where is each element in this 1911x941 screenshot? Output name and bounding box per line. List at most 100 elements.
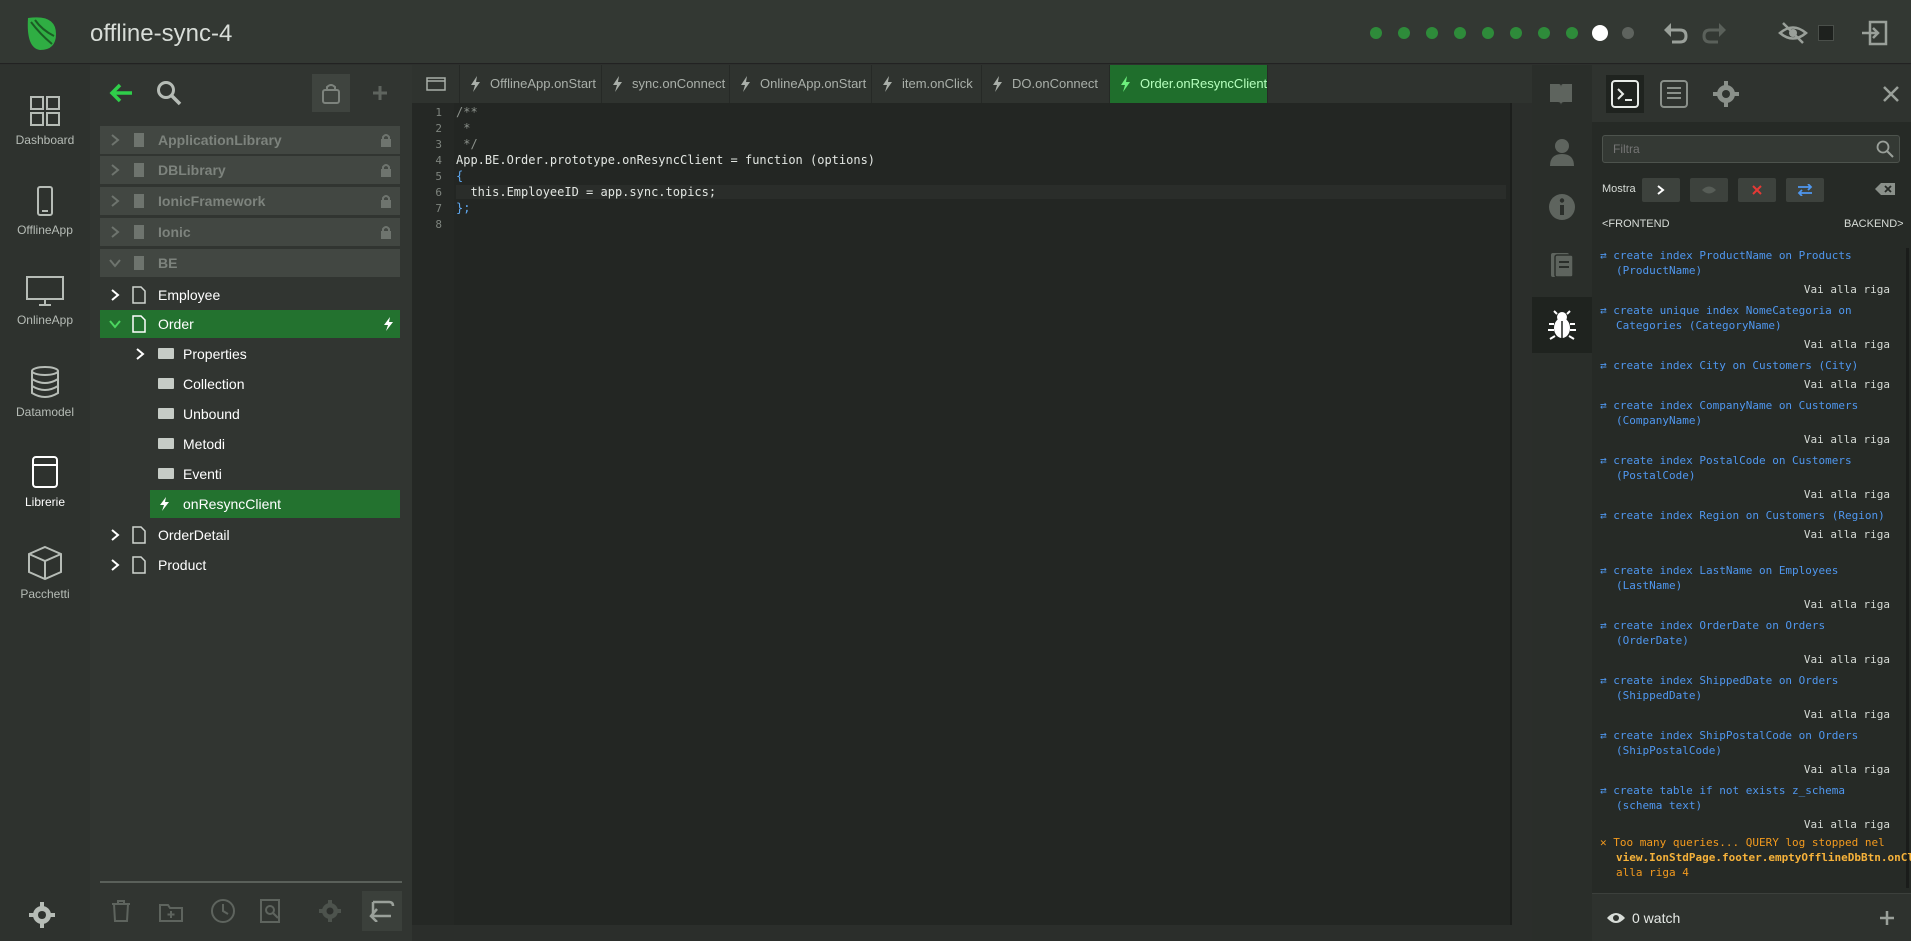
code-editor[interactable]	[454, 103, 1512, 925]
close-icon[interactable]	[1882, 85, 1900, 103]
tab-label: sync.onConnect	[632, 76, 726, 91]
step-dot[interactable]	[1370, 27, 1382, 39]
add-folder-icon[interactable]	[158, 899, 184, 923]
goto-line-link[interactable]: Vai alla riga	[1600, 282, 1890, 297]
goto-line-link[interactable]: Vai alla riga	[1600, 337, 1890, 352]
tab-onlineapp-onstart[interactable]: OnlineApp.onStart	[730, 65, 872, 103]
filter-input[interactable]	[1602, 135, 1900, 163]
tree-item-event-selected[interactable]: onResyncClient	[150, 490, 400, 518]
nav-dashboard[interactable]: Dashboard	[0, 95, 90, 181]
goto-line-link[interactable]: Vai alla riga	[1600, 527, 1890, 542]
tab-order-onresyncclient[interactable]: Order.onResyncClient	[1110, 65, 1268, 103]
back-arrow-icon[interactable]	[108, 82, 134, 104]
add-watch-icon[interactable]	[1880, 911, 1894, 925]
nav-onlineapp[interactable]: OnlineApp	[0, 275, 90, 361]
return-button[interactable]	[362, 891, 402, 931]
filter-eye-button[interactable]	[1690, 178, 1728, 202]
nav-librerie[interactable]: Librerie	[0, 455, 90, 541]
step-dot[interactable]	[1426, 27, 1438, 39]
step-dot[interactable]	[1510, 27, 1522, 39]
book-open-icon[interactable]	[1548, 81, 1574, 107]
step-dot[interactable]	[1622, 27, 1634, 39]
logout-icon[interactable]	[1860, 18, 1890, 48]
tab-do-onconnect[interactable]: DO.onConnect	[982, 65, 1110, 103]
tree-item-library[interactable]: DBLibrary	[100, 156, 400, 184]
scrollbar[interactable]	[1906, 248, 1909, 888]
tab-label: OnlineApp.onStart	[760, 76, 867, 91]
tree-item-library[interactable]: IonicFramework	[100, 187, 400, 215]
tab-offlineapp-onstart[interactable]: OfflineApp.onStart	[460, 65, 602, 103]
tree-item-folder[interactable]: Properties	[100, 340, 400, 368]
goto-line-link[interactable]: Vai alla riga	[1600, 597, 1890, 612]
tree-item-library[interactable]: Ionic	[100, 218, 400, 246]
undo-icon[interactable]	[1660, 18, 1690, 48]
history-clock-icon[interactable]	[210, 898, 236, 924]
tab-sync-onconnect[interactable]: sync.onConnect	[602, 65, 730, 103]
warning-text: Too many queries... QUERY log stopped ne…	[1613, 836, 1885, 849]
filter-command-button[interactable]	[1642, 178, 1680, 202]
nav-datamodel[interactable]: Datamodel	[0, 365, 90, 451]
backend-label[interactable]: BACKEND>	[1844, 218, 1904, 230]
tabs-overview-button[interactable]	[412, 65, 460, 103]
lock-library-button[interactable]	[312, 74, 350, 112]
step-dot[interactable]	[1538, 27, 1550, 39]
warning-location-link[interactable]: view.IonStdPage.footer.emptyOfflineDbBtn…	[1616, 851, 1911, 864]
goto-line-link[interactable]: Vai alla riga	[1600, 487, 1890, 502]
tree-label: Order	[158, 316, 194, 332]
step-dot[interactable]	[1482, 27, 1494, 39]
debug-tab[interactable]	[1532, 297, 1592, 353]
find-in-files-icon[interactable]	[258, 898, 284, 924]
goto-line-link[interactable]: Vai alla riga	[1600, 432, 1890, 447]
tree-item-class[interactable]: Employee	[100, 281, 400, 309]
redo-icon[interactable]	[1700, 18, 1730, 48]
goto-line-link[interactable]: Vai alla riga	[1600, 762, 1890, 777]
goto-line-link[interactable]: Vai alla riga	[1600, 817, 1890, 832]
add-icon[interactable]	[372, 85, 388, 101]
tree-item-folder[interactable]: Collection	[100, 370, 400, 398]
step-dot[interactable]	[1566, 27, 1578, 39]
tree-item-class-selected[interactable]: Order	[100, 310, 400, 338]
filter-query-button[interactable]	[1786, 178, 1824, 202]
step-dot-current[interactable]	[1592, 25, 1608, 41]
tree-item-library[interactable]: ApplicationLibrary	[100, 126, 400, 154]
settings-gear-icon[interactable]	[28, 901, 56, 929]
tree-item-folder[interactable]: Unbound	[100, 400, 400, 428]
goto-line-link[interactable]: Vai alla riga	[1600, 652, 1890, 667]
query-sql: create index ShipPostalCode on Orders (S…	[1613, 729, 1859, 757]
tree-item-library-be[interactable]: BE	[100, 249, 400, 277]
nav-label: Librerie	[24, 495, 66, 509]
filter-error-button[interactable]	[1738, 178, 1776, 202]
frontend-label[interactable]: <FRONTEND	[1602, 218, 1670, 230]
step-dot[interactable]	[1398, 27, 1410, 39]
hide-eye-icon[interactable]	[1778, 18, 1808, 48]
log-entry: ⇄ create table if not exists z_schema (s…	[1600, 783, 1890, 832]
nav-pacchetti[interactable]: Pacchetti	[0, 545, 90, 631]
toggle-checkbox[interactable]	[1818, 25, 1834, 41]
info-icon[interactable]	[1548, 193, 1576, 221]
folder-icon	[158, 468, 174, 479]
tree-item-class[interactable]: OrderDetail	[100, 521, 400, 549]
step-dot[interactable]	[1454, 27, 1466, 39]
tree-item-folder[interactable]: Eventi	[100, 460, 400, 488]
event-bolt-icon	[1121, 76, 1130, 92]
tab-item-onclick[interactable]: item.onClick	[872, 65, 982, 103]
settings-gear-icon[interactable]	[1712, 80, 1740, 108]
event-bolt-icon	[741, 76, 750, 92]
user-icon[interactable]	[1548, 137, 1576, 167]
gear-icon[interactable]	[318, 899, 342, 923]
clear-log-icon[interactable]	[1874, 182, 1896, 196]
tree-label: Employee	[158, 287, 221, 303]
console-tab[interactable]	[1606, 75, 1644, 113]
query-text: ⇄ create unique index NomeCategoria on C…	[1600, 304, 1852, 332]
goto-line-link[interactable]: Vai alla riga	[1600, 377, 1890, 392]
goto-line-link[interactable]: Vai alla riga	[1600, 707, 1890, 722]
nav-offlineapp[interactable]: OfflineApp	[0, 185, 90, 271]
tree-item-class[interactable]: Product	[100, 551, 400, 579]
documentation-icon[interactable]	[1549, 251, 1575, 279]
log-list-icon[interactable]	[1660, 80, 1688, 108]
tree-label: BE	[158, 255, 178, 271]
lock-icon	[381, 134, 391, 147]
search-icon[interactable]	[156, 80, 182, 106]
tree-item-folder[interactable]: Metodi	[100, 430, 400, 458]
trash-icon[interactable]	[110, 899, 132, 923]
